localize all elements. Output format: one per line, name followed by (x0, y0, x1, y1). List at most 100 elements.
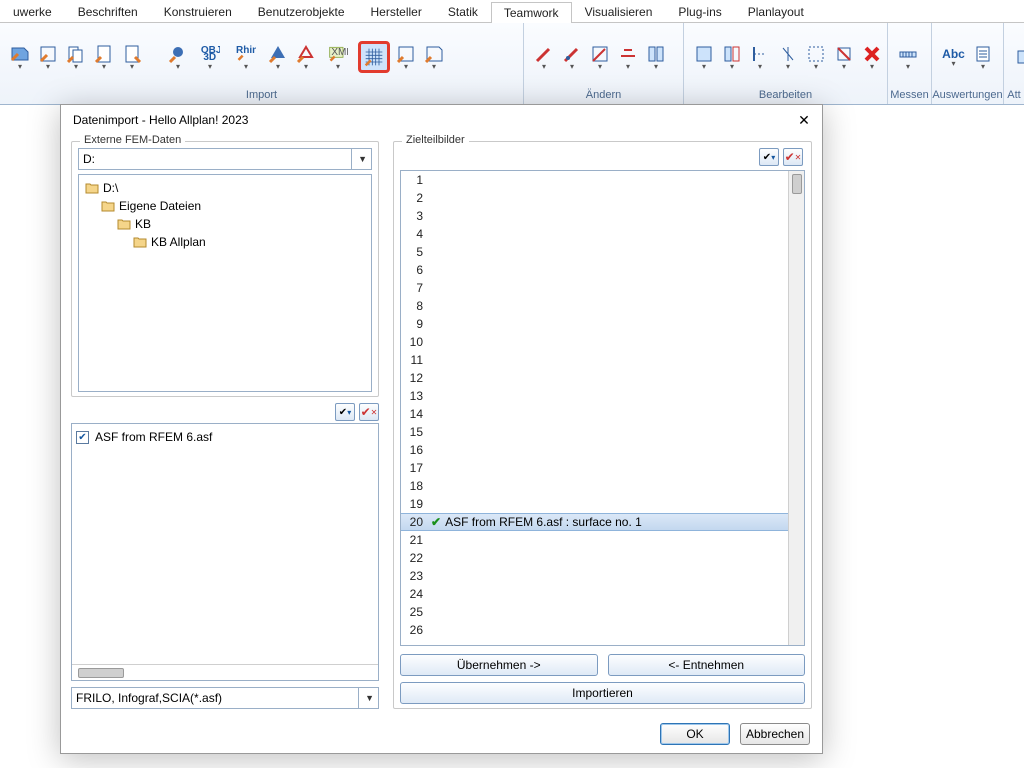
ok-button[interactable]: OK (660, 723, 730, 745)
ziel-row-number: 20 (401, 515, 429, 529)
scrollbar-horizontal[interactable] (72, 664, 378, 680)
tab-beschriften[interactable]: Beschriften (65, 1, 151, 22)
bearb-btn-3[interactable]: ▾ (750, 43, 770, 71)
aendern-btn-2[interactable]: ▾ (562, 43, 582, 71)
entnehmen-button[interactable]: <- Entnehmen (608, 654, 806, 676)
filetype-filter-combo[interactable]: FRILO, Infograf,SCIA(*.asf) ▼ (71, 687, 379, 709)
aendern-btn-3[interactable]: ▾ (590, 43, 610, 71)
tab-hersteller[interactable]: Hersteller (358, 1, 435, 22)
importieren-button[interactable]: Importieren (400, 682, 805, 704)
aendern-btn-4[interactable]: ▾ (618, 43, 638, 71)
ribbon-tabs: uwerke Beschriften Konstruieren Benutzer… (0, 0, 1024, 23)
ziel-row[interactable]: 15 (401, 423, 788, 441)
import-btn-2[interactable]: ▾ (38, 43, 58, 71)
file-list[interactable]: ✔ ASF from RFEM 6.asf (71, 423, 379, 681)
auswert-btn-abc[interactable]: Abc▾ (942, 43, 965, 71)
ziel-row[interactable]: 4 (401, 225, 788, 243)
import-btn-fem[interactable] (360, 43, 388, 71)
aendern-btn-5[interactable]: ▾ (646, 43, 666, 71)
ziel-row[interactable]: 25 (401, 603, 788, 621)
tab-teamwork[interactable]: Teamwork (491, 2, 572, 23)
tree-node[interactable]: Eigene Dateien (81, 197, 369, 215)
folder-tree[interactable]: D:\Eigene DateienKB KB Allplan (78, 174, 372, 392)
select-all-button[interactable]: ✔▾ (335, 403, 355, 421)
bearb-btn-1[interactable]: ▾ (694, 43, 714, 71)
ziel-row[interactable]: 3 (401, 207, 788, 225)
import-btn-9[interactable]: ▾ (268, 43, 288, 71)
ziel-row[interactable]: 16 (401, 441, 788, 459)
chevron-down-icon: ▼ (358, 688, 374, 708)
import-btn-3[interactable]: ▾ (66, 43, 86, 71)
import-btn-1[interactable]: ▾ (10, 43, 30, 71)
ziel-row[interactable]: 2 (401, 189, 788, 207)
ribbon-group-aendern: ▾ ▾ ▾ ▾ ▾ Ändern (524, 23, 684, 104)
import-btn-6[interactable]: ▾ (168, 43, 188, 71)
ziel-row[interactable]: 1 (401, 171, 788, 189)
ziel-row[interactable]: 22 (401, 549, 788, 567)
auswert-btn-2[interactable]: ▾ (973, 43, 993, 71)
ziel-row-number: 2 (401, 191, 429, 205)
import-btn-13[interactable]: ▾ (396, 43, 416, 71)
ziel-deselect-all-button[interactable]: ✔✕ (783, 148, 803, 166)
import-btn-10[interactable]: ▾ (296, 43, 316, 71)
ribbon-group-auswertungen: Abc▾ ▾ Auswertungen (932, 23, 1004, 104)
ziel-row[interactable]: 18 (401, 477, 788, 495)
uebernehmen-button[interactable]: Übernehmen -> (400, 654, 598, 676)
tab-benutzerobjekte[interactable]: Benutzerobjekte (245, 1, 358, 22)
attr-btn[interactable] (1014, 43, 1024, 71)
tab-bauwerke[interactable]: uwerke (0, 1, 65, 22)
ziel-row[interactable]: 21 (401, 531, 788, 549)
tree-node-label: KB Allplan (151, 235, 206, 249)
ziel-row[interactable]: 11 (401, 351, 788, 369)
bearb-btn-6[interactable]: ▾ (834, 43, 854, 71)
import-btn-14[interactable]: ▾ (424, 43, 444, 71)
ziel-row[interactable]: 19 (401, 495, 788, 513)
import-btn-4[interactable]: ▾ (94, 43, 114, 71)
deselect-all-button[interactable]: ✔✕ (359, 403, 379, 421)
ziel-row[interactable]: 6 (401, 261, 788, 279)
ziel-row[interactable]: 5 (401, 243, 788, 261)
cancel-button[interactable]: Abbrechen (740, 723, 810, 745)
ziel-row[interactable]: 8 (401, 297, 788, 315)
import-btn-obj3d[interactable]: OBJ3D▾ (196, 43, 224, 71)
ziel-row[interactable]: 24 (401, 585, 788, 603)
ziel-row[interactable]: 17 (401, 459, 788, 477)
tab-planlayout[interactable]: Planlayout (735, 1, 817, 22)
ziel-row-number: 11 (401, 353, 429, 367)
bearb-btn-5[interactable]: ▾ (806, 43, 826, 71)
tab-visualisieren[interactable]: Visualisieren (572, 1, 666, 22)
aendern-btn-1[interactable]: ▾ (534, 43, 554, 71)
ziel-select-all-button[interactable]: ✔▾ (759, 148, 779, 166)
import-btn-rhino[interactable]: Rhino▾ (232, 43, 260, 71)
ziel-row-selected[interactable]: 20✔ASF from RFEM 6.asf : surface no. 1 (401, 513, 788, 531)
dialog-titlebar[interactable]: Datenimport - Hello Allplan! 2023 ✕ (61, 105, 822, 135)
bearb-btn-4[interactable]: ▾ (778, 43, 798, 71)
tree-node[interactable]: KB (81, 215, 369, 233)
bearb-btn-2[interactable]: ▾ (722, 43, 742, 71)
ziel-row[interactable]: 9 (401, 315, 788, 333)
tree-node[interactable]: KB Allplan (81, 233, 369, 251)
ziel-row[interactable]: 14 (401, 405, 788, 423)
import-btn-5[interactable]: ▾ (122, 43, 142, 71)
ziel-row[interactable]: 13 (401, 387, 788, 405)
scrollbar-vertical[interactable] (788, 171, 804, 645)
dialog-close-icon[interactable]: ✕ (794, 112, 814, 129)
ziel-row[interactable]: 10 (401, 333, 788, 351)
tab-plugins[interactable]: Plug-ins (665, 1, 734, 22)
ziel-row[interactable]: 26 (401, 621, 788, 639)
ziel-row[interactable]: 7 (401, 279, 788, 297)
ziel-list[interactable]: 1234567891011121314151617181920✔ASF from… (400, 170, 805, 646)
bearb-btn-delete[interactable]: ▾ (862, 43, 882, 71)
panel-externe-fem-daten: Externe FEM-Daten D: ▼ D:\Eigene Dateien… (71, 135, 379, 709)
tab-statik[interactable]: Statik (435, 1, 491, 22)
messen-btn[interactable]: ▾ (898, 43, 918, 71)
file-checkbox[interactable]: ✔ (76, 431, 89, 444)
ziel-row[interactable]: 23 (401, 567, 788, 585)
file-row[interactable]: ✔ ASF from RFEM 6.asf (76, 428, 374, 446)
drive-combo[interactable]: D: ▼ (78, 148, 372, 170)
import-btn-xml[interactable]: XML▾ (324, 43, 352, 71)
tab-konstruieren[interactable]: Konstruieren (151, 1, 245, 22)
tree-node[interactable]: D:\ (81, 179, 369, 197)
ziel-row[interactable]: 12 (401, 369, 788, 387)
ziel-row-number: 15 (401, 425, 429, 439)
